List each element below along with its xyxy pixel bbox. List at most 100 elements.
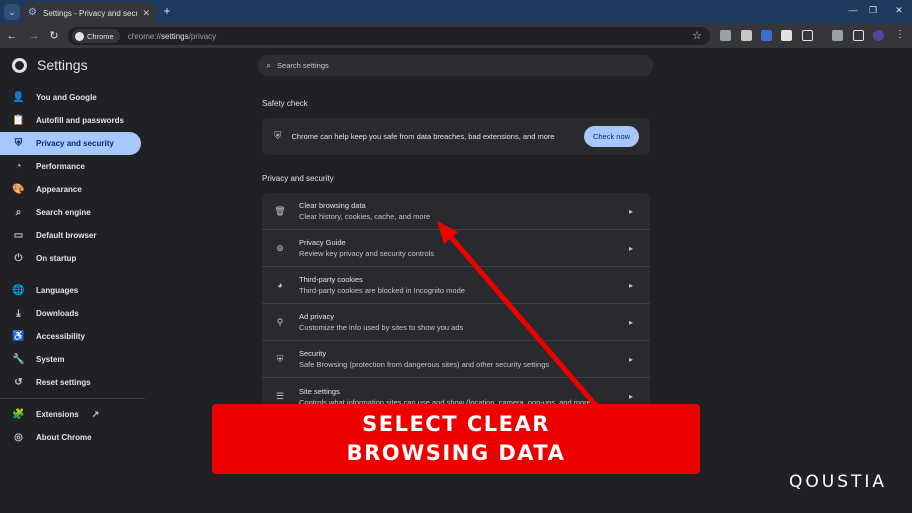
shield-icon: ⛨ (276, 353, 284, 364)
row-subtitle: Review key privacy and security controls (299, 249, 435, 258)
extension-icon[interactable] (741, 30, 752, 41)
sidebar-item-default-browser[interactable]: ▭ Default browser (0, 224, 145, 247)
sidebar-item-label: On startup (36, 254, 77, 263)
row-subtitle: Safe Browsing (protection from dangerous… (299, 360, 550, 369)
sidebar-item-label: Extensions (36, 410, 79, 419)
sidebar-item-about-chrome[interactable]: ◎ About Chrome (0, 426, 145, 449)
shield-icon: ⛨ (14, 138, 23, 149)
site-settings-row[interactable]: ☰ Site settings Controls what information… (262, 378, 650, 406)
sidebar-item-label: Languages (36, 286, 79, 295)
compass-icon: ⊕ (276, 242, 284, 253)
sidebar-item-downloads[interactable]: ⤓ Downloads (0, 302, 145, 325)
window-close-button[interactable]: ✕ (892, 5, 906, 16)
extension-icon[interactable] (781, 30, 792, 41)
restore-button[interactable]: ❐ (866, 5, 880, 16)
active-tab[interactable]: ⚙ Settings - Privacy and security ✕ (22, 2, 156, 24)
puzzle-icon: 🧩 (12, 409, 25, 420)
tab-search-button[interactable]: ⌄ (4, 4, 20, 20)
minimize-button[interactable]: — (846, 5, 860, 15)
sidebar-item-you-and-google[interactable]: 👤 You and Google (0, 86, 145, 109)
palette-icon: 🎨 (12, 184, 25, 195)
ad-privacy-row[interactable]: ⚲ Ad privacy Customize the info used by s… (262, 304, 650, 341)
chevron-right-icon: ▸ (628, 206, 633, 216)
sidebar-item-on-startup[interactable]: ⏻ On startup (0, 247, 145, 270)
instruction-text: SELECT CLEAR BROWSING DATA (346, 412, 566, 465)
forward-button[interactable]: → (27, 29, 41, 43)
reload-button[interactable]: ↻ (47, 29, 61, 43)
download-icon: ⤓ (16, 308, 21, 319)
sidebar-item-label: Accessibility (36, 332, 85, 341)
bookmark-star-icon[interactable]: ☆ (692, 29, 702, 42)
clear-browsing-data-row[interactable]: 🗑 Clear browsing data Clear history, cook… (262, 193, 650, 230)
row-subtitle: Clear history, cookies, cache, and more (299, 212, 431, 221)
site-info-chip[interactable]: Chrome (72, 29, 120, 43)
cookie-icon: ◕ (277, 280, 283, 290)
safety-check-text: Chrome can help keep you safe from data … (291, 132, 555, 141)
url-text: chrome://settings/privacy (127, 31, 217, 41)
browser-toolbar: ← → ↻ Chrome chrome://settings/privacy ☆… (0, 24, 912, 48)
accessibility-icon: ♿ (12, 331, 25, 342)
globe-icon: 🌐 (12, 285, 25, 296)
row-title: Security (299, 349, 327, 358)
browser-icon: ▭ (13, 230, 24, 241)
safety-check-heading: Safety check (262, 99, 308, 108)
sidebar-item-search-engine[interactable]: ⌕ Search engine (0, 201, 145, 224)
address-bar[interactable]: Chrome chrome://settings/privacy ☆ (68, 27, 710, 45)
chrome-icon: ◎ (14, 432, 23, 443)
new-tab-button[interactable]: + (160, 4, 174, 18)
chrome-icon (75, 31, 84, 41)
back-button[interactable]: ← (5, 29, 19, 43)
chrome-logo-icon (12, 57, 27, 73)
trash-icon: 🗑 (274, 205, 286, 216)
avatar[interactable] (873, 30, 884, 41)
sidebar-item-performance[interactable]: ◔ Performance (0, 155, 145, 178)
speedometer-icon: ◔ (15, 161, 22, 172)
sidebar-item-label: System (36, 355, 65, 364)
sidebar-item-languages[interactable]: 🌐 Languages (0, 279, 145, 302)
check-now-button[interactable]: Check now (584, 126, 639, 147)
third-party-cookies-row[interactable]: ◕ Third-party cookies Third-party cookies… (262, 267, 650, 304)
clipboard-icon: 📋 (12, 115, 25, 126)
reading-list-icon[interactable] (832, 30, 843, 41)
wrench-icon: 🔧 (12, 354, 25, 365)
shield-icon: ⛨ (274, 131, 282, 142)
side-panel-icon[interactable] (853, 30, 864, 41)
power-icon: ⏻ (14, 253, 23, 264)
site-chip-label: Chrome (87, 31, 114, 41)
sidebar-item-autofill[interactable]: 📋 Autofill and passwords (0, 109, 145, 132)
security-row[interactable]: ⛨ Security Safe Browsing (protection from… (262, 341, 650, 378)
chevron-right-icon: ▸ (628, 317, 633, 327)
chevron-right-icon: ▸ (628, 354, 633, 364)
privacy-guide-row[interactable]: ⊕ Privacy Guide Review key privacy and se… (262, 230, 650, 267)
page-title: Settings (37, 57, 88, 73)
sidebar-item-extensions[interactable]: 🧩 Extensions ↗ (0, 403, 145, 426)
sidebar-item-privacy[interactable]: ⛨ Privacy and security (0, 132, 141, 155)
search-placeholder: Search settings (277, 61, 329, 70)
sidebar-item-system[interactable]: 🔧 System (0, 348, 145, 371)
row-subtitle: Third-party cookies are blocked in Incog… (299, 286, 465, 295)
instruction-banner: SELECT CLEAR BROWSING DATA (212, 404, 700, 474)
row-title: Site settings (299, 386, 340, 396)
sidebar-item-accessibility[interactable]: ♿ Accessibility (0, 325, 145, 348)
person-icon: 👤 (12, 92, 25, 103)
tab-close-icon[interactable]: ✕ (142, 8, 150, 19)
sidebar-item-label: Privacy and security (36, 139, 114, 148)
sidebar: 👤 You and Google 📋 Autofill and passwords … (0, 86, 145, 449)
search-icon: ⌕ (266, 60, 272, 70)
privacy-card: 🗑 Clear browsing data Clear history, cook… (262, 193, 650, 405)
tab-title: Settings - Privacy and security (43, 8, 137, 18)
chevron-right-icon: ▸ (628, 280, 633, 290)
sidebar-item-label: Search engine (36, 208, 91, 217)
puzzle-icon[interactable] (802, 30, 813, 41)
sidebar-item-appearance[interactable]: 🎨 Appearance (0, 178, 145, 201)
extension-icon[interactable] (761, 30, 772, 41)
search-input[interactable]: ⌕ Search settings (258, 55, 653, 76)
row-title: Clear browsing data (299, 201, 366, 210)
sliders-icon: ☰ (275, 391, 285, 401)
sidebar-item-reset[interactable]: ↺ Reset settings (0, 371, 145, 394)
settings-gear-icon: ⚙ (28, 7, 37, 18)
menu-icon[interactable]: ⋮ (895, 30, 906, 41)
row-subtitle: Customize the info used by sites to show… (299, 323, 464, 332)
history-icon: ↺ (14, 377, 23, 388)
extension-icon[interactable] (720, 30, 731, 41)
